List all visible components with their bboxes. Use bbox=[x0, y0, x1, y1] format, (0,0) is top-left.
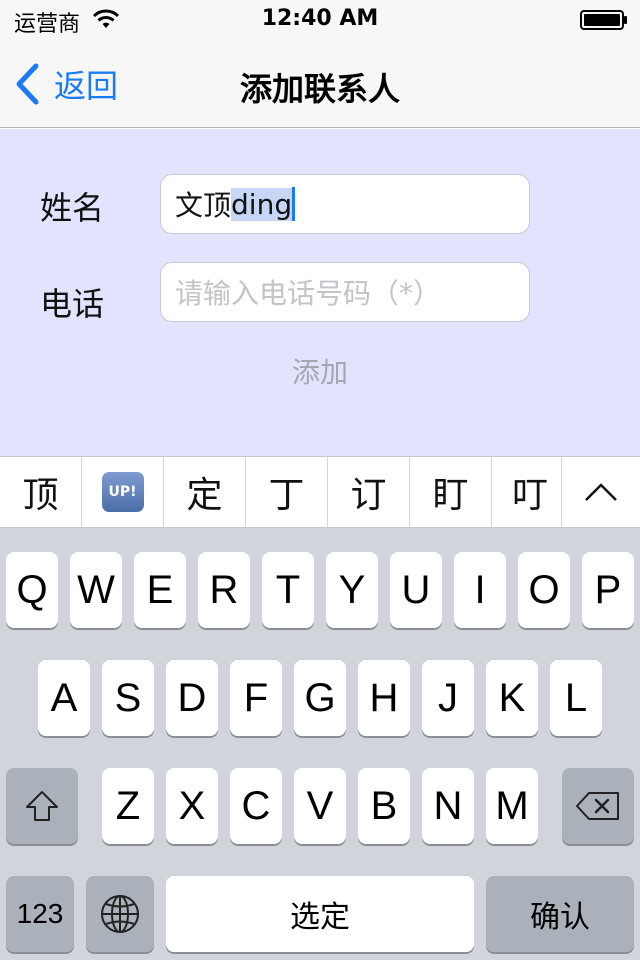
navigation-bar: 返回 添加联系人 bbox=[0, 40, 640, 128]
name-label: 姓名 bbox=[40, 189, 105, 227]
name-composing-text: ding bbox=[231, 187, 293, 221]
key-a[interactable]: A bbox=[38, 660, 90, 736]
key-d[interactable]: D bbox=[166, 660, 218, 736]
delete-key[interactable] bbox=[562, 768, 634, 844]
chevron-up-icon bbox=[585, 483, 617, 501]
phone-field[interactable]: 请输入电话号码（*） bbox=[160, 262, 530, 322]
key-j[interactable]: J bbox=[422, 660, 474, 736]
delete-icon bbox=[576, 792, 619, 820]
name-committed-text: 文顶 bbox=[175, 189, 232, 222]
key-b[interactable]: B bbox=[358, 768, 410, 844]
phone-label: 电话 bbox=[40, 285, 105, 323]
key-k[interactable]: K bbox=[486, 660, 538, 736]
shift-icon bbox=[26, 791, 58, 821]
battery-icon bbox=[580, 10, 627, 30]
status-time: 12:40 AM bbox=[261, 6, 379, 31]
candidate-item[interactable]: 订 bbox=[328, 457, 410, 527]
expand-candidates-button[interactable] bbox=[562, 457, 640, 527]
key-i[interactable]: I bbox=[454, 552, 506, 628]
numbers-key[interactable]: 123 bbox=[6, 876, 74, 952]
space-key[interactable]: 选定 bbox=[166, 876, 474, 952]
key-v[interactable]: V bbox=[294, 768, 346, 844]
phone-placeholder: 请输入电话号码（*） bbox=[175, 277, 442, 310]
globe-key[interactable] bbox=[86, 876, 154, 952]
shift-key[interactable] bbox=[6, 768, 78, 844]
key-g[interactable]: G bbox=[294, 660, 346, 736]
globe-icon bbox=[101, 895, 139, 933]
text-caret bbox=[292, 187, 296, 221]
key-o[interactable]: O bbox=[518, 552, 570, 628]
key-l[interactable]: L bbox=[550, 660, 602, 736]
candidate-item[interactable]: 丁 bbox=[246, 457, 328, 527]
key-p[interactable]: P bbox=[582, 552, 634, 628]
status-bar: 运营商 12:40 AM bbox=[0, 0, 640, 40]
key-m[interactable]: M bbox=[486, 768, 538, 844]
candidate-item[interactable]: UP! bbox=[82, 457, 164, 527]
key-y[interactable]: Y bbox=[326, 552, 378, 628]
name-field[interactable]: 文顶 ding bbox=[160, 174, 530, 234]
key-f[interactable]: F bbox=[230, 660, 282, 736]
candidate-item[interactable]: 定 bbox=[164, 457, 246, 527]
return-key[interactable]: 确认 bbox=[486, 876, 634, 952]
contact-form: 姓名 文顶 ding 电话 请输入电话号码（*） 添加 bbox=[0, 129, 640, 456]
page-title: 添加联系人 bbox=[239, 70, 400, 108]
up-emoji-icon: UP! bbox=[101, 472, 144, 512]
key-r[interactable]: R bbox=[198, 552, 250, 628]
key-x[interactable]: X bbox=[166, 768, 218, 844]
key-t[interactable]: T bbox=[262, 552, 314, 628]
key-h[interactable]: H bbox=[358, 660, 410, 736]
key-s[interactable]: S bbox=[102, 660, 154, 736]
key-q[interactable]: Q bbox=[6, 552, 58, 628]
key-z[interactable]: Z bbox=[102, 768, 154, 844]
key-e[interactable]: E bbox=[134, 552, 186, 628]
keyboard: Q W E R T Y U I O P A S D F G H J K L Z … bbox=[0, 528, 640, 960]
key-w[interactable]: W bbox=[70, 552, 122, 628]
add-button[interactable]: 添加 bbox=[0, 351, 640, 391]
candidate-item[interactable]: 叮 bbox=[492, 457, 562, 527]
candidate-item[interactable]: 盯 bbox=[410, 457, 492, 527]
key-u[interactable]: U bbox=[390, 552, 442, 628]
ime-candidate-bar: 顶 UP! 定 丁 订 盯 叮 bbox=[0, 456, 640, 528]
candidate-item[interactable]: 顶 bbox=[0, 457, 82, 527]
key-n[interactable]: N bbox=[422, 768, 474, 844]
key-c[interactable]: C bbox=[230, 768, 282, 844]
